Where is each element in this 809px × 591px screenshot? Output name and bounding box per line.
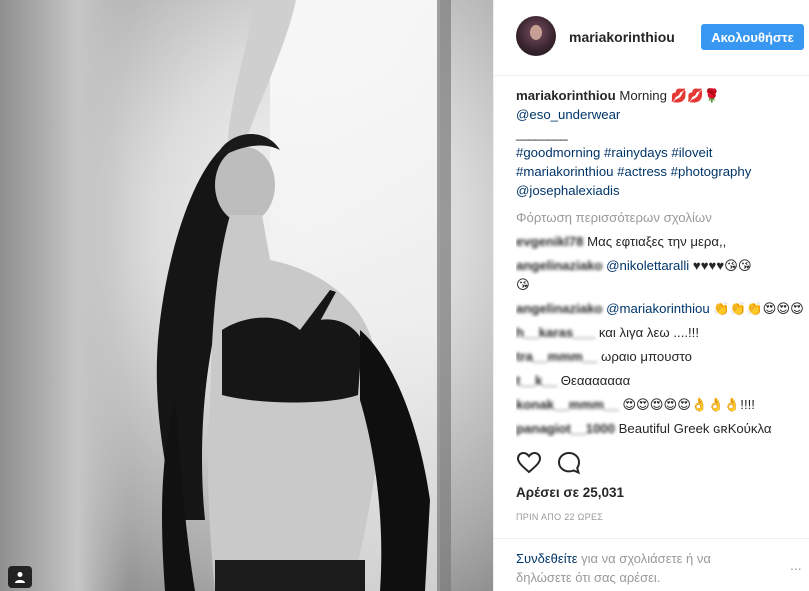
login-prompt-text: Συνδεθείτε για να σχολιάσετε ή να δηλώσε… [516, 549, 766, 587]
photo-figure [156, 0, 430, 591]
avatar-face [530, 25, 542, 40]
comment-text: και λιγα λεω ....!!! [598, 325, 700, 340]
comment-item: konak__mmm__ 😍😍😍😍😍👌👌👌!!!! [516, 395, 806, 414]
more-options-button[interactable]: ... [790, 558, 806, 572]
hashtags-line-1[interactable]: #goodmorning #rainydays #iloveit [516, 143, 806, 162]
comment-item: angelinaziako @nikolettaralli ♥♥♥♥😘😘 [516, 256, 806, 275]
comment-username[interactable]: angelinaziako [516, 258, 602, 273]
likes-count[interactable]: Αρέσει σε 25,031 [516, 485, 624, 500]
mention-link[interactable]: @eso_underwear [516, 105, 806, 124]
login-prompt: Συνδεθείτε για να σχολιάσετε ή να δηλώσε… [494, 538, 809, 591]
comment-text: Beautiful Greek ɢʀΚούκλα [618, 421, 772, 436]
comment-item: angelinaziako @mariakorinthiou 👏👏👏😍😍😍 [516, 299, 806, 318]
person-icon [15, 572, 25, 583]
comment-username[interactable]: tra__mmm__ [516, 349, 597, 364]
comment-mention[interactable]: @mariakorinthiou [606, 301, 710, 316]
comment-text: ωραιο μπουστο [601, 349, 692, 364]
post-author-username[interactable]: mariakorinthiou [569, 29, 675, 45]
comment-mention[interactable]: @nikolettaralli [606, 258, 689, 273]
comment-username[interactable]: t__k__ [516, 373, 557, 388]
comment-item: h__karas___ και λιγα λεω ....!!! [516, 323, 806, 342]
post-header: mariakorinthiou Ακολουθήστε [494, 0, 809, 76]
comment-text: Θεααααααα [560, 373, 631, 388]
caption-separator: ________ [516, 126, 568, 141]
tagged-users-button[interactable] [8, 566, 32, 588]
hashtags-line-2[interactable]: #mariakorinthiou #actress #photography [516, 162, 806, 181]
caption: mariakorinthiou Morning 💋💋🌹 [516, 86, 806, 105]
load-more-comments-link[interactable]: Φόρτωση περισσότερων σχολίων [516, 208, 806, 227]
comment-text: 😍😍😍😍😍👌👌👌!!!! [622, 397, 755, 412]
comment-username[interactable]: konak__mmm__ [516, 397, 619, 412]
mention-link-2[interactable]: @josephalexiadis [516, 181, 806, 200]
comment-text: 👏👏👏😍😍😍 [713, 301, 804, 316]
avatar[interactable] [516, 16, 556, 56]
follow-button[interactable]: Ακολουθήστε [701, 24, 804, 50]
comment-text: 😘 [516, 277, 530, 292]
comment-username[interactable]: panagiot__1000 [516, 421, 615, 436]
comment-username[interactable]: evgenikl78 [516, 234, 583, 249]
comment-item: panagiot__1000 Beautiful Greek ɢʀΚούκλα [516, 419, 806, 438]
comment-username[interactable]: h__karas___ [516, 325, 595, 340]
comment-username[interactable]: angelinaziako [516, 301, 602, 316]
caption-text: Morning [619, 88, 667, 103]
post-side-panel: mariakorinthiou Ακολουθήστε mariakorinth… [493, 0, 809, 591]
post-actions [516, 450, 806, 478]
comment-list: mariakorinthiou Morning 💋💋🌹 @eso_underwe… [516, 86, 806, 438]
comment-item: t__k__ Θεααααααα [516, 371, 806, 390]
caption-emoji: 💋💋🌹 [670, 88, 720, 103]
post-timestamp[interactable]: ΠΡΙΝ ΑΠΟ 22 ΩΡΕΣ [516, 512, 603, 522]
post-photo[interactable] [0, 0, 493, 591]
comment-text: ♥♥♥♥😘😘 [692, 258, 752, 273]
comment-icon[interactable] [556, 450, 582, 476]
comment-item: tra__mmm__ ωραιο μπουστο [516, 347, 806, 366]
login-link[interactable]: Συνδεθείτε [516, 551, 578, 566]
comment-text: Μας εφτιαξες την μερα,, [587, 234, 727, 249]
heart-icon[interactable] [516, 450, 542, 476]
comment-item: evgenikl78 Μας εφτιαξες την μερα,, [516, 232, 806, 251]
caption-username[interactable]: mariakorinthiou [516, 88, 616, 103]
comment-item-continued: 😘 [516, 275, 806, 294]
